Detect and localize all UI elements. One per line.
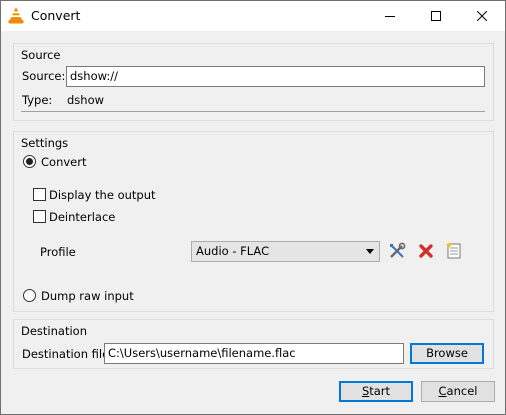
delete-profile-button[interactable] bbox=[414, 239, 438, 263]
browse-button[interactable]: Browse bbox=[410, 343, 484, 364]
cancel-button[interactable]: Cancel bbox=[421, 381, 495, 402]
maximize-icon bbox=[431, 11, 441, 21]
edit-profile-button[interactable] bbox=[385, 239, 409, 263]
cancel-mnemonic: C bbox=[438, 384, 447, 398]
source-input[interactable]: dshow:// bbox=[66, 66, 485, 87]
minimize-icon bbox=[385, 16, 395, 17]
close-button[interactable] bbox=[459, 1, 505, 31]
dump-raw-label[interactable]: Dump raw input bbox=[41, 289, 134, 303]
profile-select[interactable]: Audio - FLAC bbox=[191, 241, 380, 262]
source-label: Source: bbox=[22, 69, 66, 83]
display-output-checkbox[interactable] bbox=[33, 188, 46, 201]
destination-group-title: Destination bbox=[21, 324, 87, 338]
destination-file-input[interactable]: C:\Users\username\filename.flac bbox=[104, 343, 404, 364]
type-value: dshow bbox=[67, 93, 105, 107]
start-label-rest: tart bbox=[369, 384, 391, 398]
vlc-cone-icon bbox=[8, 7, 24, 24]
type-label: Type: bbox=[22, 93, 53, 107]
convert-dialog: Convert Source Source: dshow:// Type: ds… bbox=[0, 0, 506, 415]
convert-radio[interactable] bbox=[23, 155, 36, 168]
window-title: Convert bbox=[31, 8, 81, 23]
destination-file-label: Destination file: bbox=[22, 347, 114, 361]
new-profile-icon bbox=[446, 242, 461, 259]
profile-label: Profile bbox=[40, 245, 76, 259]
edit-profile-icon bbox=[390, 242, 406, 258]
chevron-down-icon bbox=[366, 249, 374, 254]
settings-group-title: Settings bbox=[21, 136, 69, 150]
source-divider bbox=[21, 111, 485, 112]
profile-selected-value: Audio - FLAC bbox=[196, 244, 270, 258]
display-output-label[interactable]: Display the output bbox=[49, 188, 156, 202]
start-button[interactable]: Start bbox=[339, 381, 413, 402]
minimize-button[interactable] bbox=[367, 1, 413, 31]
dump-raw-radio[interactable] bbox=[23, 289, 36, 302]
delete-profile-icon bbox=[419, 244, 433, 258]
convert-label[interactable]: Convert bbox=[41, 155, 86, 169]
close-icon bbox=[477, 11, 487, 21]
source-group-title: Source bbox=[21, 48, 61, 62]
maximize-button[interactable] bbox=[413, 1, 459, 31]
new-profile-button[interactable] bbox=[442, 239, 466, 263]
deinterlace-label[interactable]: Deinterlace bbox=[49, 210, 115, 224]
deinterlace-checkbox[interactable] bbox=[33, 210, 46, 223]
title-bar[interactable]: Convert bbox=[1, 1, 505, 31]
cancel-label-rest: ancel bbox=[446, 384, 478, 398]
